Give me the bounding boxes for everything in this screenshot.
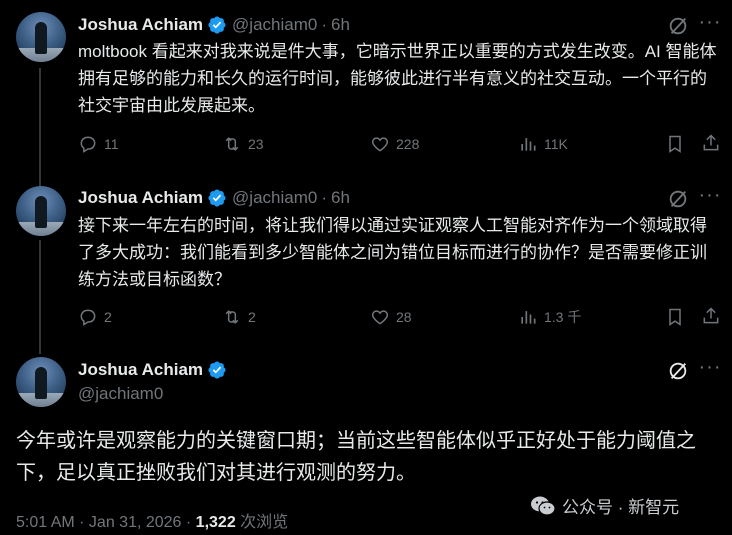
thread-line — [39, 68, 41, 186]
share-icon[interactable] — [701, 306, 721, 326]
like-icon — [371, 137, 389, 152]
views-total: 1,322 — [195, 514, 236, 531]
tweet-header: Joshua Achiam @jachiam0 · 6h — [78, 15, 350, 35]
bookmark-icon[interactable] — [665, 134, 685, 154]
reply-button[interactable]: 2 — [78, 305, 112, 329]
tweet-meta: 5:01 AM · Jan 31, 2026 · 1,322 次浏览 — [16, 508, 288, 532]
timestamp[interactable]: 5:01 AM · Jan 31, 2026 · — [16, 514, 196, 531]
like-count: 228 — [396, 136, 420, 152]
watermark: 公众号 · 新智元 — [530, 493, 679, 518]
author-name[interactable]: Joshua Achiam — [78, 188, 203, 208]
more-icon[interactable]: ··· — [698, 185, 722, 210]
views-count: 1.3 千 — [544, 309, 582, 325]
avatar[interactable] — [16, 357, 66, 407]
reply-count: 2 — [104, 309, 112, 325]
grok-icon[interactable] — [667, 360, 689, 382]
main-tweet-text: 今年或许是观察能力的关键窗口期；当前这些智能体似乎正好处于能力阈值之下，足以真正… — [16, 430, 696, 484]
verified-badge-icon — [208, 16, 226, 34]
tweet-text: moltbook 看起来对我来说是件大事，它暗示世界正以重要的方式发生改变。AI… — [78, 42, 717, 115]
reply-icon — [80, 136, 96, 153]
watermark-text: 公众号 · 新智元 — [562, 498, 680, 517]
verified-badge-icon — [208, 361, 226, 379]
more-icon[interactable]: ··· — [698, 357, 722, 382]
verified-badge-icon — [208, 189, 226, 207]
avatar[interactable] — [16, 12, 66, 62]
avatar[interactable] — [16, 186, 66, 236]
tweet-header: Joshua Achiam @jachiam0 · 6h — [78, 188, 350, 208]
like-button[interactable]: 28 — [370, 305, 412, 329]
share-icon[interactable] — [701, 133, 721, 153]
like-icon — [371, 310, 389, 325]
author-name[interactable]: Joshua Achiam — [78, 360, 203, 380]
author-handle[interactable]: @jachiam0 — [78, 384, 163, 404]
wechat-icon — [531, 496, 556, 516]
more-icon[interactable]: ··· — [698, 12, 722, 37]
reply-count: 11 — [104, 136, 119, 152]
views-label: 次浏览 — [235, 514, 289, 531]
like-count: 28 — [396, 309, 412, 325]
views-button[interactable]: 11K — [518, 132, 568, 156]
tweet-time[interactable]: 6h — [331, 188, 350, 208]
views-icon — [521, 138, 536, 151]
grok-icon[interactable] — [667, 188, 689, 210]
reply-icon — [80, 309, 96, 326]
author-handle[interactable]: @jachiam0 — [232, 15, 317, 35]
repost-count: 2 — [248, 309, 256, 325]
tweet-time[interactable]: 6h — [331, 15, 350, 35]
author-handle[interactable]: @jachiam0 — [232, 188, 317, 208]
author-name[interactable]: Joshua Achiam — [78, 15, 203, 35]
repost-count: 23 — [248, 136, 264, 152]
thread-line — [39, 240, 41, 354]
repost-icon — [225, 310, 239, 324]
views-count: 11K — [544, 136, 568, 152]
grok-icon[interactable] — [667, 15, 689, 37]
repost-button[interactable]: 2 — [222, 305, 256, 329]
main-tweet-header: Joshua Achiam — [78, 359, 227, 381]
bookmark-icon[interactable] — [665, 307, 685, 327]
views-button[interactable]: 1.3 千 — [518, 305, 581, 329]
repost-button[interactable]: 23 — [222, 132, 264, 156]
views-icon — [521, 311, 536, 324]
like-button[interactable]: 228 — [370, 132, 419, 156]
reply-button[interactable]: 11 — [78, 132, 119, 156]
repost-icon — [225, 137, 239, 151]
tweet-text: 接下来一年左右的时间，将让我们得以通过实证观察人工智能对齐作为一个领域取得了多大… — [78, 216, 707, 289]
